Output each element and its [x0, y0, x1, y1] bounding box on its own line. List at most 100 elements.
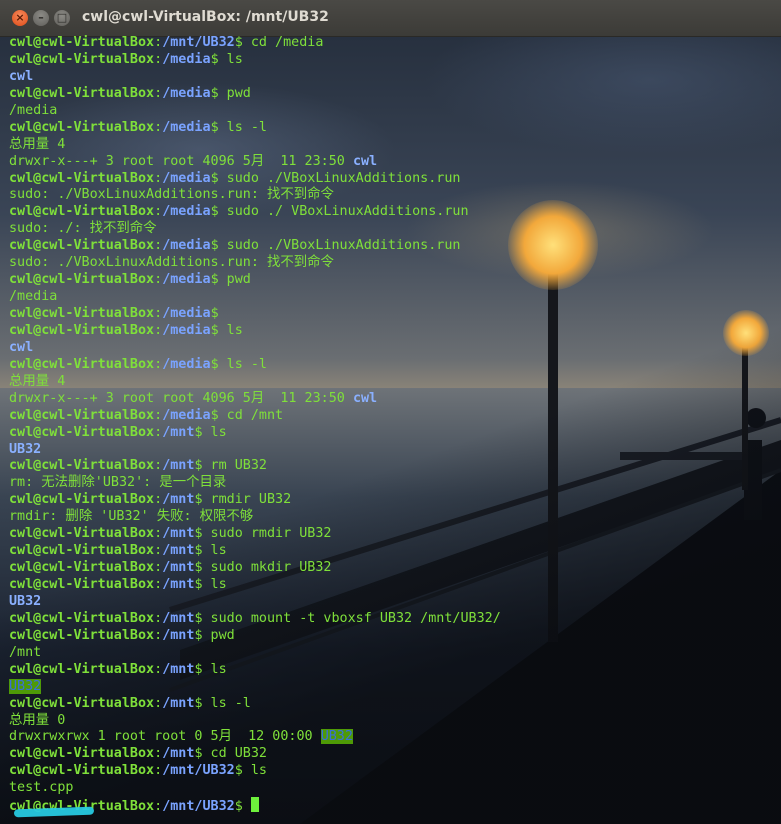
prompt-user: cwl@cwl-VirtualBox [9, 746, 155, 762]
output-text: /mnt [9, 644, 42, 660]
prompt-path: /mnt/UB32 [162, 763, 235, 779]
terminal-line: sudo: ./VBoxLinuxAdditions.run: 找不到命令 [9, 187, 781, 204]
terminal-line: cwl@cwl-VirtualBox:/media$ sudo ./VBoxLi… [9, 238, 781, 255]
prompt-user: cwl@cwl-VirtualBox [9, 661, 155, 677]
prompt-user: cwl@cwl-VirtualBox [9, 119, 155, 135]
output-text: $ pwd [210, 85, 251, 101]
prompt-path: /mnt [162, 577, 195, 592]
prompt-path: /media [162, 407, 211, 423]
prompt-path: /mnt/UB32 [162, 799, 235, 815]
output-text: /media [9, 102, 58, 118]
output-text: sudo: ./VBoxLinuxAdditions.run: 找不到命令 [9, 255, 334, 271]
output-text: $ ls [194, 424, 227, 440]
prompt-path: /mnt [162, 661, 195, 677]
close-window-button[interactable]: × [12, 10, 28, 26]
output-text: $ [210, 306, 219, 321]
output-text: : [154, 799, 163, 815]
prompt-path: /mnt [162, 543, 195, 559]
terminal-line: cwl@cwl-VirtualBox:/mnt$ rmdir UB32 [9, 492, 781, 509]
terminal-line: cwl [9, 69, 781, 86]
terminal-line: 总用量 4 [9, 137, 781, 154]
minimize-window-button[interactable]: – [33, 10, 49, 26]
prompt-user: cwl@cwl-VirtualBox [9, 526, 155, 542]
terminal-line: /media [9, 289, 781, 306]
prompt-user: cwl@cwl-VirtualBox [9, 306, 155, 321]
terminal-line: cwl@cwl-VirtualBox:/mnt/UB32$ cd /media [9, 35, 781, 52]
terminal-line: cwl@cwl-VirtualBox:/mnt/UB32$ [9, 797, 781, 814]
terminal-line: drwxr-x---+ 3 root root 4096 5月 11 23:50… [9, 154, 781, 171]
output-text: : [154, 695, 163, 711]
output-text: : [154, 407, 163, 423]
terminal-line: cwl@cwl-VirtualBox:/media$ ls [9, 323, 781, 340]
output-text: $ rmdir UB32 [194, 492, 292, 508]
prompt-user: cwl@cwl-VirtualBox [9, 424, 155, 440]
output-text: : [154, 577, 163, 592]
prompt-path: /mnt [162, 746, 195, 762]
directory-entry: cwl [352, 153, 378, 169]
prompt-path: /mnt/UB32 [162, 35, 235, 50]
terminal-line: cwl@cwl-VirtualBox:/mnt/UB32$ ls [9, 763, 781, 780]
output-text: $ rm UB32 [194, 458, 267, 474]
output-text: $ ls [194, 661, 227, 677]
prompt-path: /mnt [162, 424, 195, 440]
output-text: : [154, 51, 163, 67]
prompt-user: cwl@cwl-VirtualBox [9, 458, 155, 474]
terminal-line: cwl@cwl-VirtualBox:/mnt$ ls [9, 662, 781, 679]
terminal-line: 总用量 4 [9, 374, 781, 391]
output-text: rmdir: 删除 'UB32' 失败: 权限不够 [9, 509, 254, 525]
output-text: $ pwd [210, 272, 251, 288]
prompt-user: cwl@cwl-VirtualBox [9, 51, 155, 67]
prompt-user: cwl@cwl-VirtualBox [9, 85, 155, 101]
output-text: $ sudo rmdir UB32 [194, 526, 332, 542]
output-text: : [154, 272, 163, 288]
prompt-user: cwl@cwl-VirtualBox [9, 610, 155, 626]
prompt-user: cwl@cwl-VirtualBox [9, 763, 155, 779]
output-text: $ sudo mkdir UB32 [194, 560, 332, 576]
terminal-line: cwl@cwl-VirtualBox:/media$ pwd [9, 86, 781, 103]
prompt-path: /media [162, 170, 211, 186]
directory-entry: UB32 [9, 441, 42, 457]
terminal-line: cwl@cwl-VirtualBox:/mnt$ ls -l [9, 696, 781, 713]
prompt-path: /media [162, 238, 211, 254]
terminal-line: cwl@cwl-VirtualBox:/mnt$ sudo mkdir UB32 [9, 560, 781, 577]
prompt-path: /media [162, 204, 211, 220]
output-text: : [154, 306, 163, 321]
prompt-user: cwl@cwl-VirtualBox [9, 35, 155, 50]
output-text: : [154, 238, 163, 254]
output-text: $ ls [210, 322, 243, 338]
terminal-line: test.cpp [9, 780, 781, 797]
prompt-user: cwl@cwl-VirtualBox [9, 627, 155, 643]
terminal-line: cwl@cwl-VirtualBox:/mnt$ ls [9, 543, 781, 560]
prompt-user: cwl@cwl-VirtualBox [9, 322, 155, 338]
output-text: $ sudo mount -t vboxsf UB32 /mnt/UB32/ [194, 610, 501, 626]
output-text: : [154, 610, 163, 626]
prompt-path: /media [162, 85, 211, 101]
output-text: 总用量 4 [9, 136, 66, 152]
output-text: : [154, 204, 163, 220]
prompt-path: /mnt [162, 560, 195, 576]
terminal-line: cwl@cwl-VirtualBox:/media$ cd /mnt [9, 408, 781, 425]
prompt-path: /mnt [162, 695, 195, 711]
prompt-path: /mnt [162, 458, 195, 474]
directory-entry: cwl [9, 339, 34, 355]
prompt-path: /mnt [162, 610, 195, 626]
output-text: : [154, 560, 163, 576]
prompt-user: cwl@cwl-VirtualBox [9, 407, 155, 423]
directory-entry: UB32 [9, 593, 42, 609]
window-titlebar[interactable]: × – □ cwl@cwl-VirtualBox: /mnt/UB32 [0, 0, 781, 37]
maximize-window-button[interactable]: □ [54, 10, 70, 26]
terminal-line: cwl@cwl-VirtualBox:/media$ sudo ./ VBoxL… [9, 204, 781, 221]
highlighted-directory: UB32 [320, 729, 353, 745]
prompt-user: cwl@cwl-VirtualBox [9, 543, 155, 559]
prompt-path: /media [162, 119, 211, 135]
output-text: $ pwd [194, 627, 235, 643]
terminal-line: sudo: ./: 找不到命令 [9, 221, 781, 238]
terminal-output[interactable]: cwl@cwl-VirtualBox:/mnt/UB32$ cd /media c… [9, 35, 781, 824]
output-text: : [154, 627, 163, 643]
prompt-path: /media [162, 51, 211, 67]
terminal-line: cwl@cwl-VirtualBox:/media$ sudo ./VBoxLi… [9, 171, 781, 188]
directory-entry: cwl [352, 390, 378, 406]
terminal-line: cwl@cwl-VirtualBox:/mnt$ sudo mount -t v… [9, 611, 781, 628]
output-text: : [154, 458, 163, 474]
output-text: : [154, 424, 163, 440]
